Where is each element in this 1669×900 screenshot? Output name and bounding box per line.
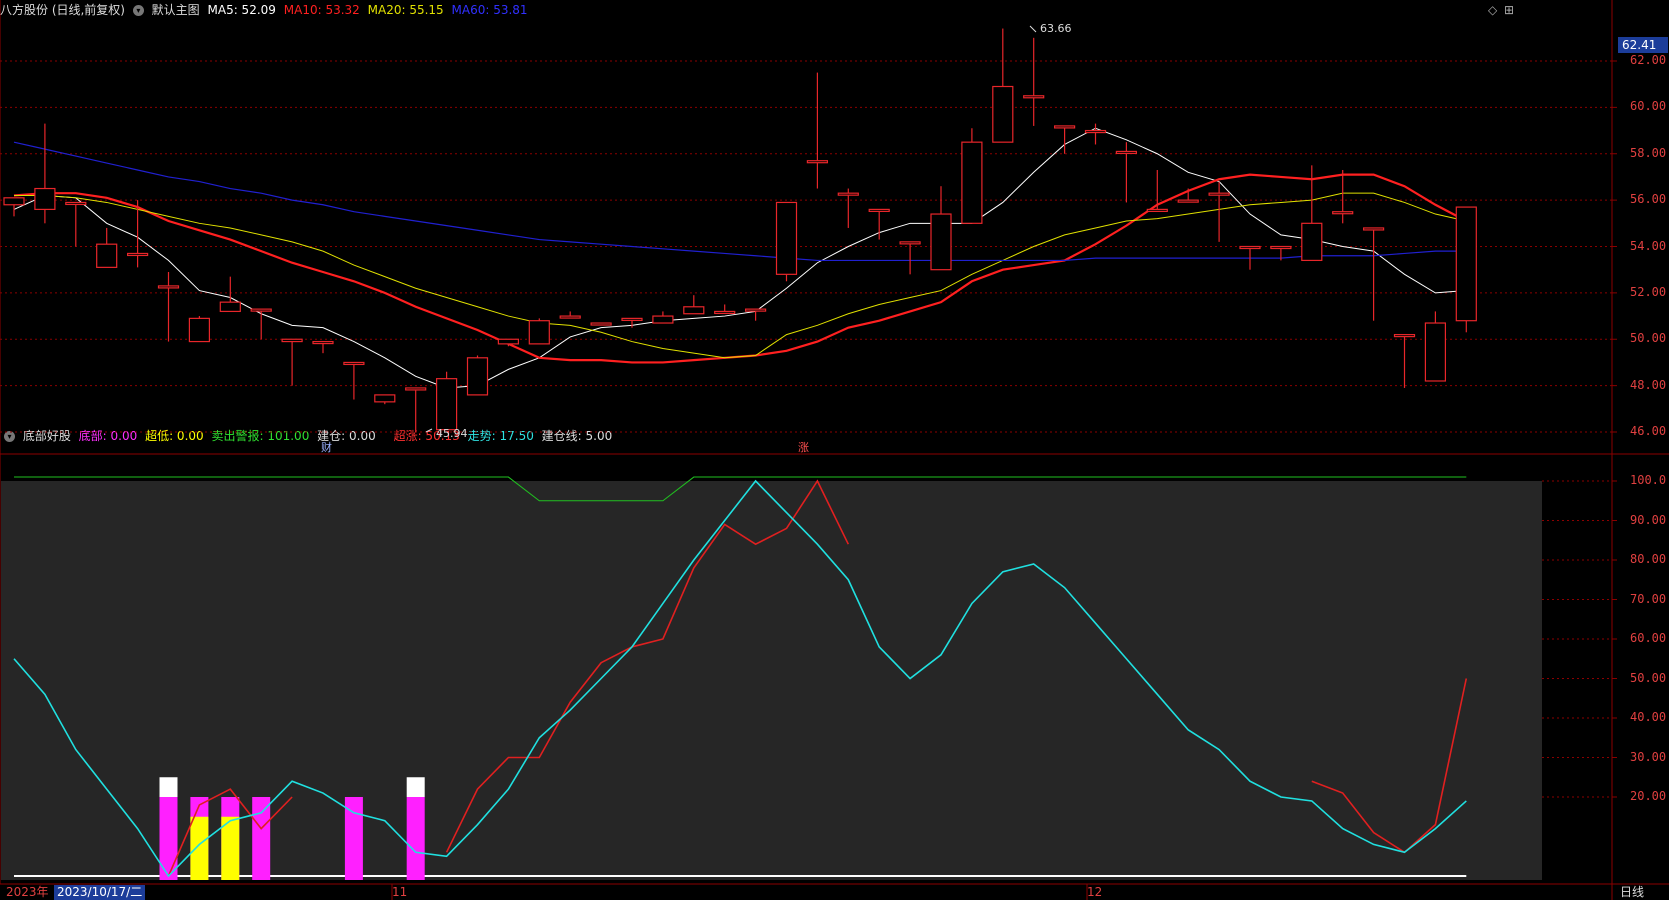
candle-body	[343, 361, 365, 366]
candle-body	[868, 208, 890, 212]
candle-body	[1332, 211, 1354, 215]
candle-body	[96, 243, 118, 268]
candle-body	[1053, 125, 1076, 129]
candle-body	[1084, 129, 1107, 134]
price-tick-label: 54.00	[1630, 238, 1667, 253]
current-price-tag: 62.41	[1618, 37, 1668, 53]
candle-body	[1393, 334, 1416, 338]
candle-body	[1177, 199, 1199, 203]
candle-body	[250, 308, 272, 312]
candle-body	[961, 141, 983, 224]
candle-body	[621, 317, 643, 321]
candle-body	[1270, 245, 1292, 250]
ma60-line	[13, 141, 1467, 262]
candle-body	[126, 252, 149, 257]
period-label[interactable]: 日线	[1620, 885, 1644, 900]
year-label: 2023年	[6, 885, 49, 899]
candle-body	[436, 378, 458, 431]
selected-date[interactable]: 2023/10/17/二	[54, 885, 146, 900]
price-tick-label: 48.00	[1630, 377, 1667, 392]
candle-body	[590, 322, 612, 326]
candle-body	[744, 308, 767, 312]
candle-body	[405, 387, 427, 391]
candle-body	[1239, 245, 1261, 250]
candle-body	[1023, 95, 1045, 99]
candle-body	[775, 201, 798, 275]
limit-up-marker[interactable]: 涨	[798, 439, 809, 455]
indicator-tick-label: 90.00	[1630, 512, 1667, 527]
price-tick-label: 62.00	[1630, 53, 1667, 67]
bottom-signal-bar	[252, 797, 271, 880]
candle-body	[930, 213, 952, 271]
candle-body	[466, 357, 489, 396]
candle-body	[1115, 150, 1138, 155]
chart-canvas[interactable]	[0, 0, 1669, 900]
indicator-tick-label: 30.00	[1630, 749, 1667, 764]
candle-body	[806, 160, 829, 164]
candle-body	[219, 301, 241, 313]
indicator-tick-label: 20.00	[1630, 789, 1667, 803]
candle-body	[188, 317, 210, 343]
candle-body	[1455, 206, 1477, 322]
candle-body	[528, 320, 550, 345]
bottom-signal-cap	[406, 777, 425, 797]
price-tick-label: 52.00	[1630, 284, 1667, 299]
price-tick-label: 56.00	[1630, 192, 1667, 207]
candle-body	[312, 340, 334, 345]
candle-body	[992, 85, 1014, 143]
candle-body	[1362, 227, 1385, 231]
candle-body	[714, 310, 736, 315]
candle-body	[837, 192, 859, 196]
indicator-tick-label: 50.00	[1630, 670, 1667, 685]
bottom-signal-bar	[406, 797, 425, 880]
bottom-signal-cap	[159, 777, 178, 797]
candle-body	[652, 315, 674, 324]
price-tick-label: 60.00	[1630, 99, 1667, 114]
candle-body	[281, 338, 303, 343]
price-tick-label: 58.00	[1630, 145, 1667, 160]
high-arrow	[1029, 25, 1037, 33]
candle-body	[899, 241, 921, 245]
month-12-label: 12	[1087, 885, 1103, 899]
candle-body	[65, 201, 87, 206]
candle-body	[1301, 222, 1323, 262]
high-price-annotation: 63.66	[1040, 22, 1072, 35]
indicator-tick-label: 80.00	[1630, 552, 1667, 566]
candle-body	[1208, 192, 1230, 196]
candle-body	[1424, 322, 1447, 382]
indicator-tick-label: 70.00	[1630, 591, 1667, 606]
price-tick-label: 46.00	[1630, 424, 1667, 438]
ma20-line	[14, 192, 1467, 359]
candle-body	[683, 306, 705, 315]
indicator-tick-label: 60.00	[1630, 631, 1667, 645]
indicator-tick-label: 100.0	[1630, 473, 1667, 487]
stock-chart-window: 八方股份 (日线,前复权) ▾ 默认主图 MA5: 52.09 MA10: 53…	[0, 0, 1669, 900]
finance-event-marker[interactable]: 财	[321, 439, 332, 455]
indicator-tick-label: 40.00	[1630, 710, 1667, 724]
candle-body	[1146, 208, 1168, 212]
candle-body	[497, 338, 519, 345]
ma10-line	[13, 173, 1467, 364]
low-price-annotation: 45.94	[436, 427, 468, 440]
candle-body	[157, 285, 180, 289]
candle-body	[34, 187, 56, 210]
price-tick-label: 50.00	[1630, 331, 1667, 346]
candle-body	[559, 315, 581, 319]
candle-body	[374, 394, 396, 403]
candle-body	[3, 197, 25, 206]
month-11-label: 11	[392, 885, 408, 899]
oversold-bar	[190, 816, 209, 880]
